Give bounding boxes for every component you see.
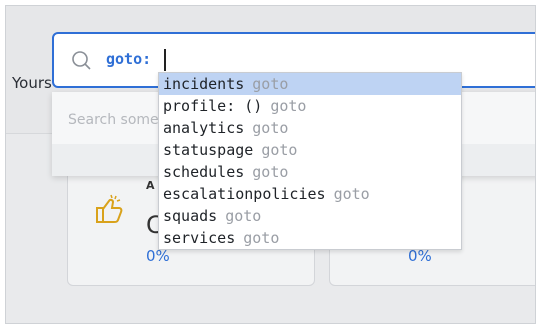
suggestion-label: statuspage [163,141,254,159]
app-frame: Yours A C 0% d 0% Search some goto: inci… [5,5,536,324]
suggestion-item[interactable]: schedules goto [159,161,461,183]
suggestion-item[interactable]: incidents goto [159,73,461,95]
suggestion-item[interactable]: escalationpolicies goto [159,183,461,205]
suggestion-item[interactable]: analytics goto [159,117,461,139]
suggestion-label: incidents [163,75,245,93]
search-icon [72,51,91,70]
command-query-text: goto: [106,50,152,68]
suggestion-item[interactable]: services goto [159,227,461,249]
thumbs-up-icon [96,194,123,223]
card-left-heading: A [146,179,155,192]
suggestion-label: schedules [163,163,245,181]
suggestion-hint: goto [252,119,289,137]
suggestion-label: escalationpolicies [163,185,326,203]
suggestion-hint: goto [252,163,289,181]
suggestion-item[interactable]: squads goto [159,205,461,227]
suggestion-hint: goto [261,141,298,159]
suggestion-item[interactable]: profile: () goto [159,95,461,117]
suggestion-label: profile: () [163,97,263,115]
suggestion-hint: goto [270,97,307,115]
suggestion-item[interactable]: statuspage goto [159,139,461,161]
search-placeholder: Search some [68,112,159,128]
text-caret [164,49,166,71]
suggestion-hint: goto [243,229,280,247]
suggestion-hint: goto [225,207,262,225]
yours-label: Yours [12,74,52,92]
suggestion-label: squads [163,207,218,225]
suggestion-hint: goto [252,75,289,93]
suggestion-label: services [163,229,236,247]
autocomplete-dropdown: incidents goto profile: () goto analytics got… [158,72,462,250]
suggestion-label: analytics [163,119,245,137]
suggestion-hint: goto [333,185,370,203]
